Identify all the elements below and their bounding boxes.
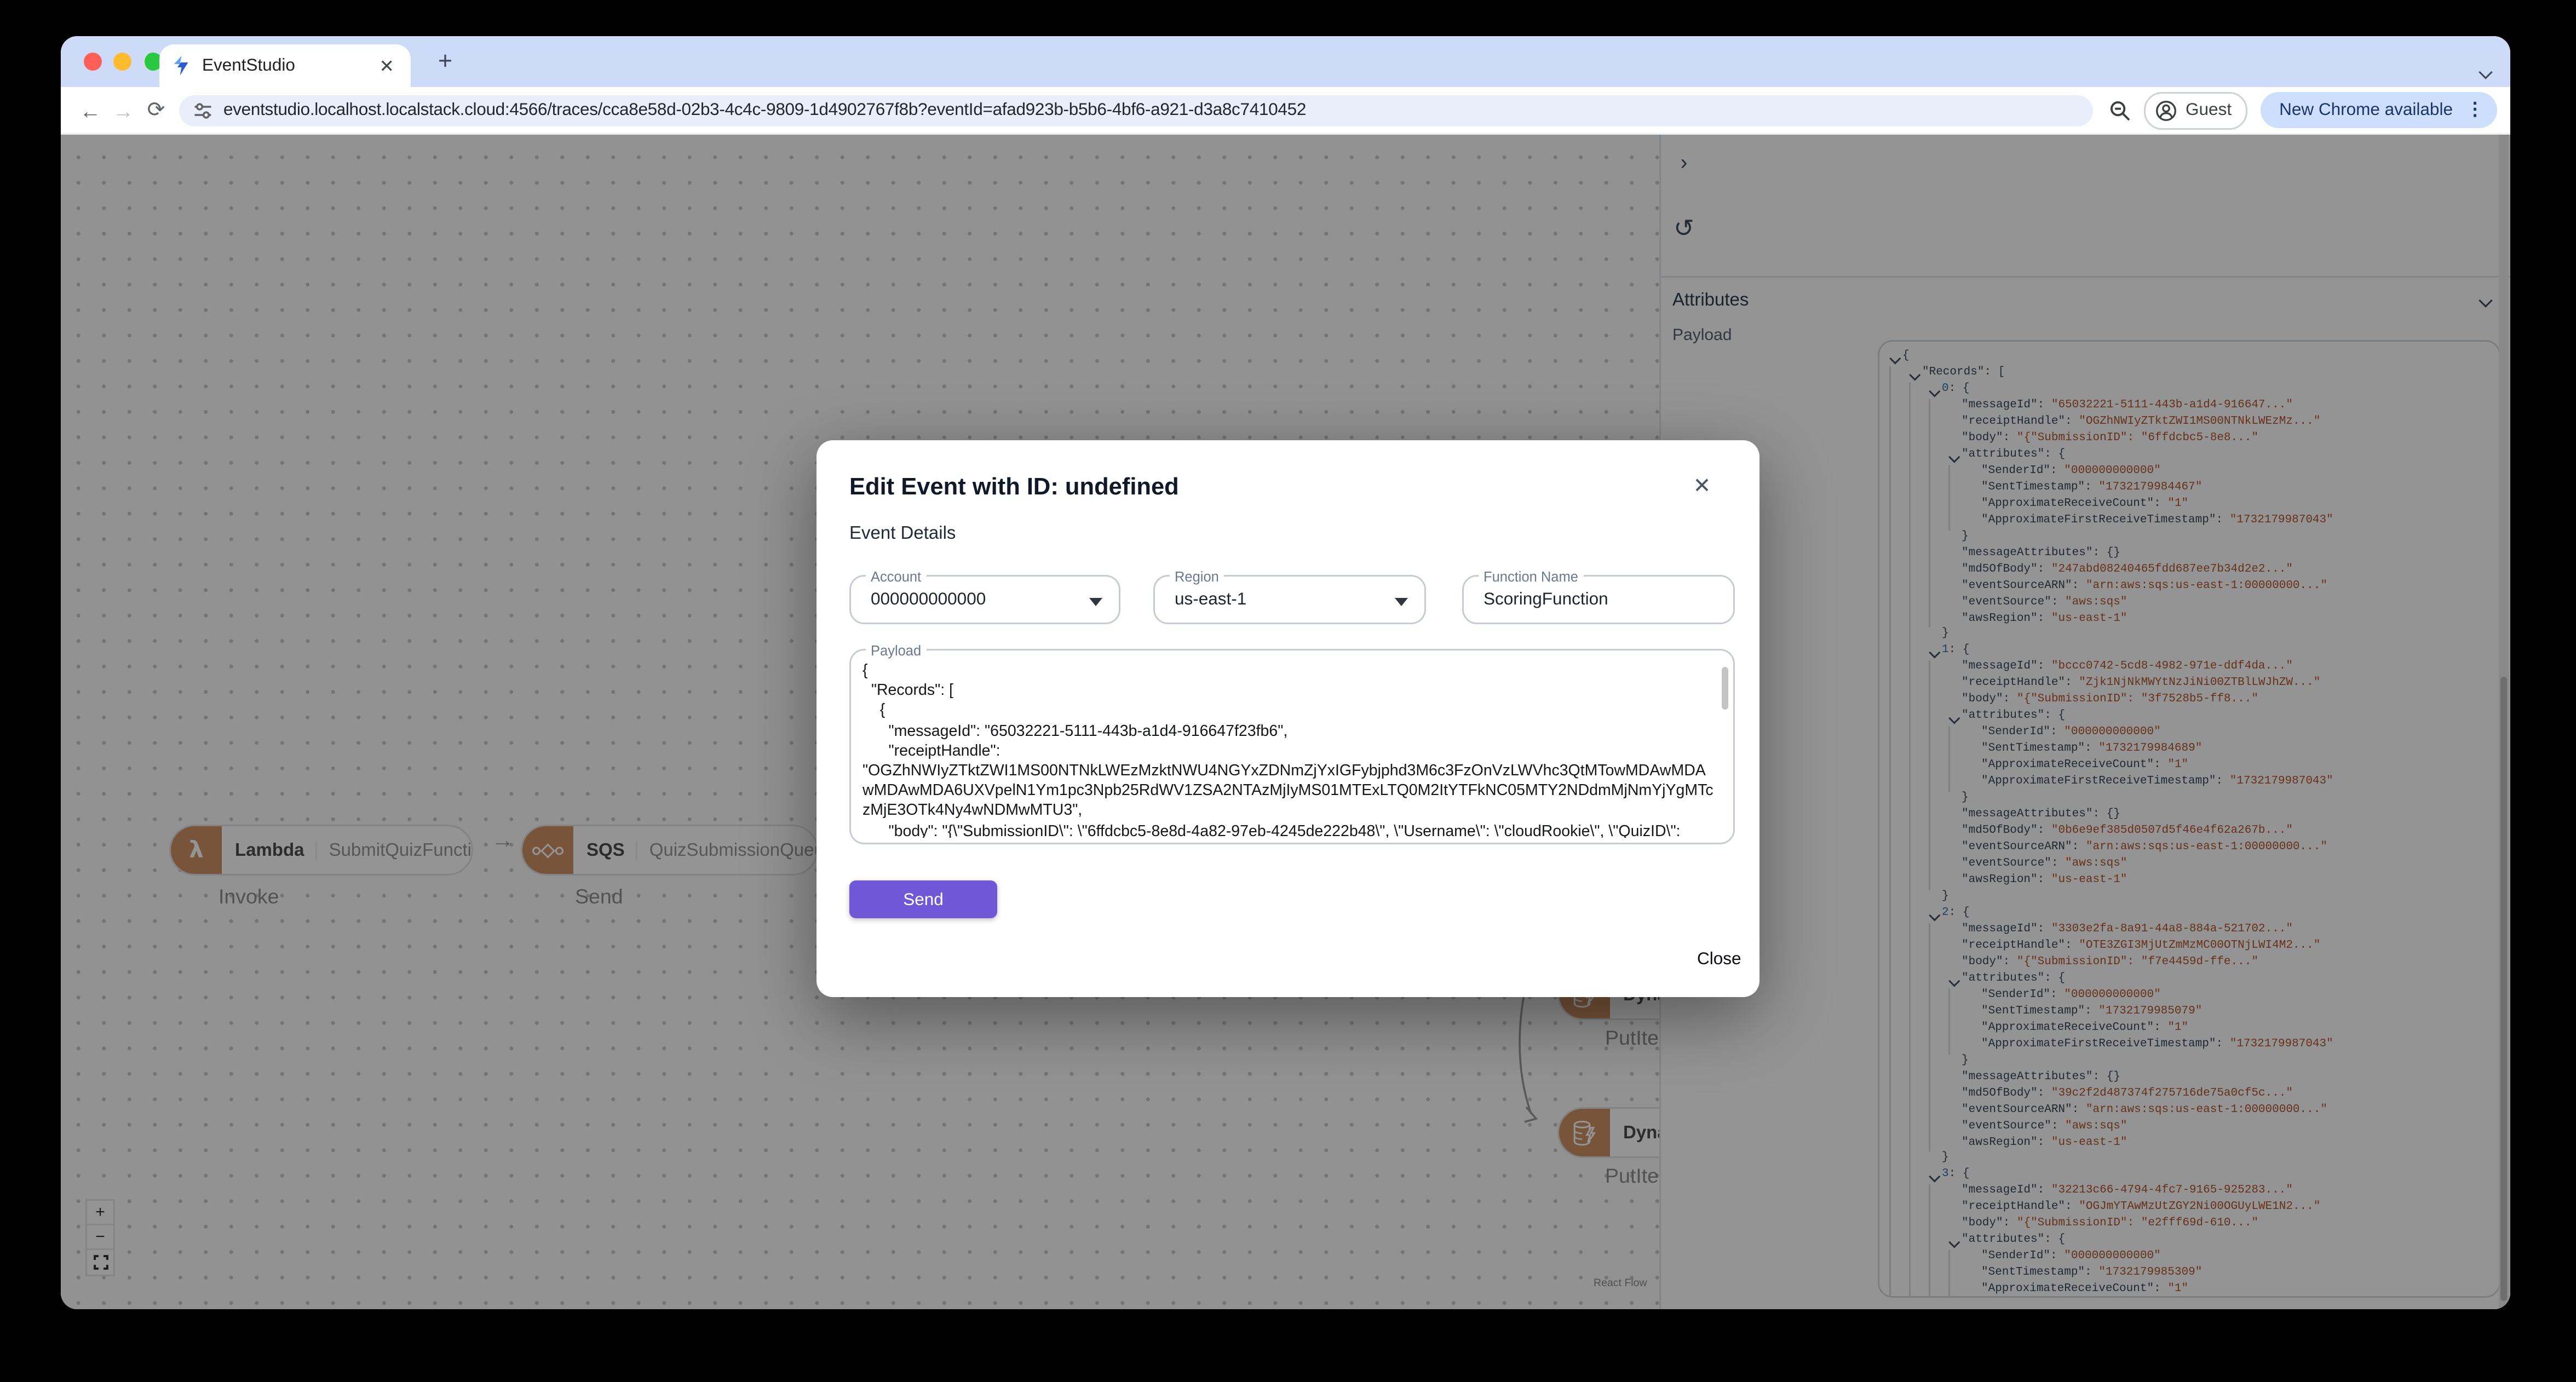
edit-event-modal: Edit Event with ID: undefined ✕ Event De… (817, 440, 1760, 997)
profile-chip[interactable]: Guest (2144, 91, 2249, 129)
account-value: 000000000000 (871, 590, 986, 609)
send-button[interactable]: Send (849, 880, 997, 918)
modal-title: Edit Event with ID: undefined (849, 475, 1179, 501)
textarea-scrollbar-thumb[interactable] (1722, 667, 1728, 710)
modal-subtitle: Event Details (849, 524, 956, 544)
payload-text[interactable]: { "Records": [ { "messageId": "65032221-… (863, 662, 1714, 838)
function-name-value: ScoringFunction (1484, 590, 1608, 609)
back-icon[interactable]: ← (74, 94, 107, 126)
address-bar[interactable]: eventstudio.localhost.localstack.cloud:4… (179, 94, 2094, 126)
function-name-field[interactable]: Function Name ScoringFunction (1462, 567, 1735, 624)
payload-field-label: Payload (866, 641, 927, 659)
account-select[interactable]: Account 000000000000 (849, 567, 1120, 624)
dropdown-caret-icon[interactable] (1395, 598, 1408, 606)
menu-dots-icon[interactable]: ⋮ (2466, 100, 2484, 119)
browser-toolbar: ← → ⟳ eventstudio.localhost.localstack.c… (61, 87, 2510, 135)
reload-icon[interactable]: ⟳ (140, 94, 173, 126)
close-window-button[interactable] (84, 53, 102, 71)
minimize-window-button[interactable] (113, 53, 131, 71)
close-button[interactable]: Close (1697, 949, 1741, 969)
favicon-lightning-icon (173, 56, 191, 76)
payload-textarea[interactable]: Payload { "Records": [ { "messageId": "6… (849, 641, 1735, 844)
modal-close-icon[interactable]: ✕ (1689, 473, 1715, 499)
person-icon (2157, 100, 2177, 120)
region-value: us-east-1 (1175, 590, 1247, 609)
zoom-out-search-icon[interactable] (2110, 100, 2131, 121)
region-select[interactable]: Region us-east-1 (1153, 567, 1426, 624)
new-tab-button[interactable]: + (430, 43, 460, 79)
update-chrome-button[interactable]: New Chrome available ⋮ (2261, 92, 2497, 128)
toolbar-right-cluster: Guest New Chrome available ⋮ (2110, 91, 2497, 129)
page-content: λ Lambda SubmitQuizFunction Invoke → SQS (61, 135, 2510, 1309)
tab-strip: EventStudio ✕ + (61, 36, 2510, 87)
window-controls (84, 53, 163, 71)
site-settings-icon[interactable] (194, 101, 212, 119)
browser-window: EventStudio ✕ + ← → ⟳ eventstudio.localh… (61, 36, 2510, 1309)
tab-search-chevron-icon[interactable] (2479, 56, 2493, 85)
tab-eventstudio[interactable]: EventStudio ✕ (159, 44, 411, 87)
profile-label: Guest (2186, 100, 2232, 120)
dropdown-caret-icon[interactable] (1089, 598, 1102, 606)
screen: EventStudio ✕ + ← → ⟳ eventstudio.localh… (0, 0, 2576, 1382)
tab-close-icon[interactable]: ✕ (376, 55, 398, 77)
url-text[interactable]: eventstudio.localhost.localstack.cloud:4… (223, 100, 1306, 120)
update-chrome-label: New Chrome available (2279, 100, 2453, 120)
tab-title: EventStudio (202, 56, 295, 76)
forward-icon[interactable]: → (107, 94, 140, 126)
